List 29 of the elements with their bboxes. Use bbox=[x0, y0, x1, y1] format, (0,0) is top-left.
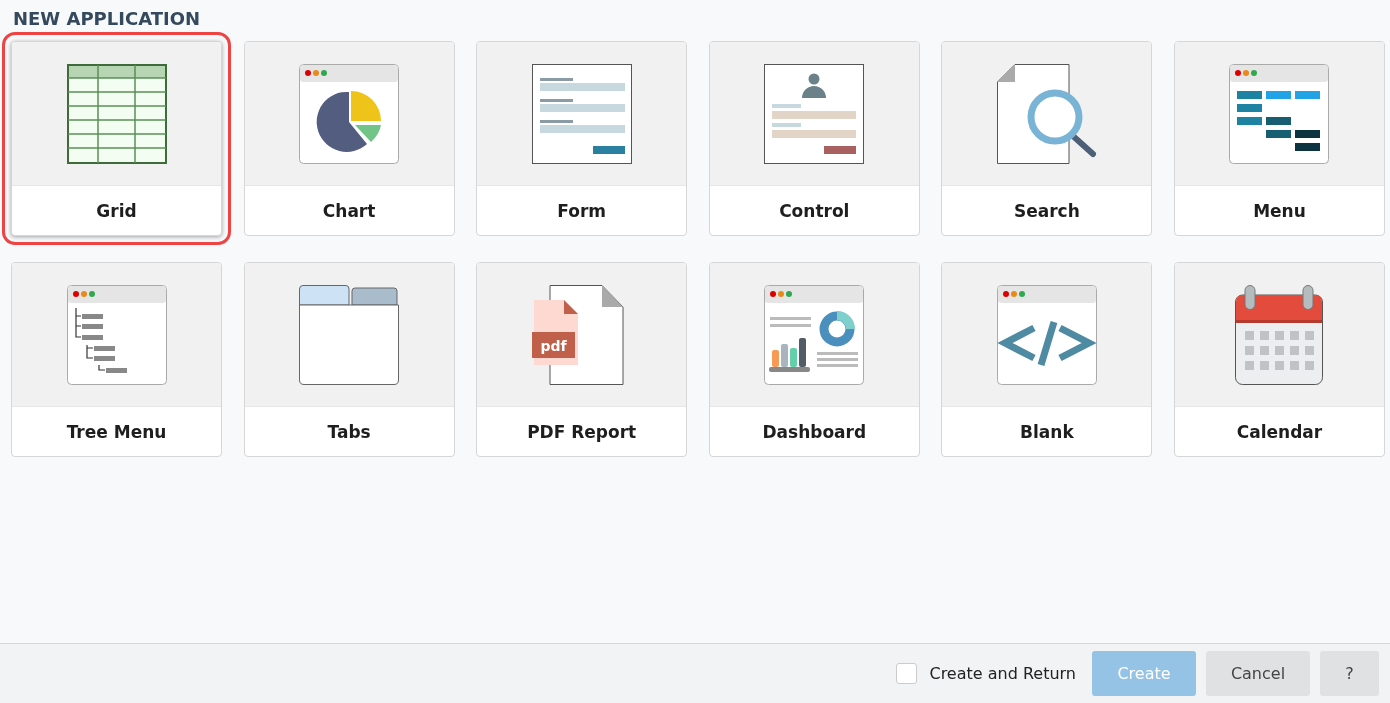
menu-icon bbox=[1229, 63, 1330, 164]
template-card[interactable]: Blank bbox=[941, 262, 1153, 457]
pdf-label: pdf bbox=[540, 337, 567, 354]
table-icon bbox=[66, 63, 167, 164]
template-card[interactable]: Control bbox=[708, 41, 920, 236]
help-button[interactable]: ? bbox=[1320, 651, 1379, 696]
cancel-button[interactable]: Cancel bbox=[1206, 651, 1310, 696]
template-card[interactable]: pdf PDF Report bbox=[476, 262, 688, 457]
tabs-icon bbox=[299, 284, 400, 385]
template-card[interactable]: Search bbox=[941, 41, 1153, 236]
dashboard-icon bbox=[764, 284, 865, 385]
checkbox[interactable] bbox=[896, 663, 918, 684]
tree-view-icon bbox=[66, 284, 167, 385]
code-window-icon bbox=[996, 284, 1097, 385]
profile-form-icon bbox=[764, 63, 865, 164]
template-card[interactable]: Dashboard bbox=[708, 262, 920, 457]
template-card[interactable]: Calendar bbox=[1173, 262, 1385, 457]
template-card[interactable]: Tabs bbox=[243, 262, 455, 457]
template-card[interactable]: Chart bbox=[243, 41, 455, 236]
template-card[interactable]: Tree Menu bbox=[11, 262, 222, 457]
form-icon bbox=[531, 63, 632, 164]
page-title: NEW APPLICATION bbox=[13, 7, 202, 31]
checkbox-label: Create and Return bbox=[929, 664, 1076, 683]
document-search-icon bbox=[996, 63, 1097, 164]
calendar-icon bbox=[1235, 284, 1324, 385]
pie-chart-icon bbox=[299, 63, 400, 164]
pdf-file-icon bbox=[531, 299, 578, 365]
template-card[interactable]: Form bbox=[476, 41, 688, 236]
template-card[interactable]: Menu bbox=[1173, 41, 1385, 236]
